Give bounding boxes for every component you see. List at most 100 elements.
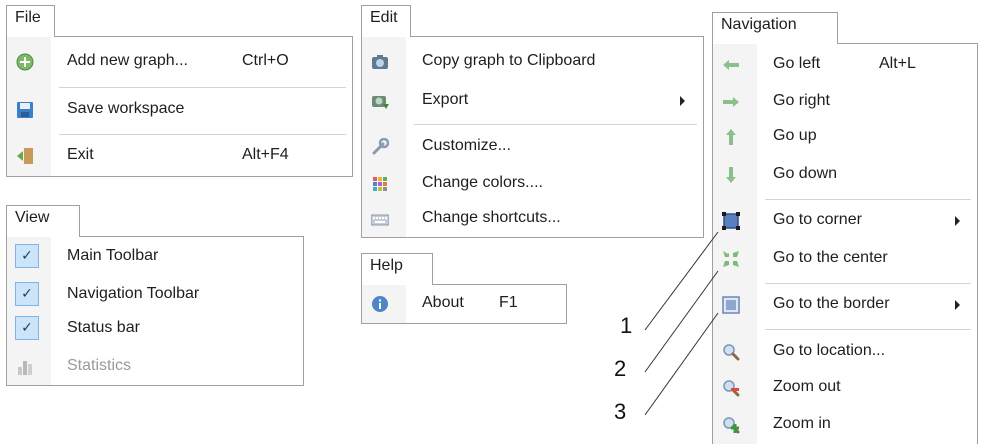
arrow-right-icon bbox=[722, 93, 740, 111]
menu-item-label: Go right bbox=[773, 92, 830, 109]
menu-item-label: Zoom out bbox=[773, 378, 841, 395]
menu-separator bbox=[59, 134, 346, 135]
menu-item-main-toolbar[interactable]: ✓ Main Toolbar bbox=[7, 240, 303, 274]
menu-item-shortcut: Alt+F4 bbox=[242, 146, 289, 163]
export-camera-icon bbox=[371, 92, 389, 110]
callout-leader-line-2 bbox=[644, 270, 719, 373]
file-menu-title[interactable]: File bbox=[6, 5, 55, 37]
menu-item-label: Save workspace bbox=[67, 100, 185, 117]
menu-item-zoom-out[interactable]: Zoom out bbox=[713, 371, 977, 405]
menu-item-customize[interactable]: Customize... bbox=[362, 130, 703, 164]
menu-item-go-to-corner[interactable]: Go to corner bbox=[713, 204, 977, 238]
help-menu: About F1 bbox=[361, 284, 567, 324]
exit-door-icon bbox=[16, 147, 34, 165]
menu-item-label: Copy graph to Clipboard bbox=[422, 52, 596, 69]
menu-item-label: Go down bbox=[773, 165, 838, 182]
magnifier-icon bbox=[722, 343, 740, 361]
callout-leader-line-3 bbox=[644, 312, 719, 416]
center-arrows-icon bbox=[722, 250, 740, 268]
menu-item-change-colors[interactable]: Change colors.... bbox=[362, 167, 703, 201]
submenu-arrow-icon bbox=[680, 96, 685, 106]
menu-item-shortcut: Alt+L bbox=[879, 55, 916, 72]
navigation-menu-title[interactable]: Navigation bbox=[712, 12, 838, 44]
menu-item-label: Change colors.... bbox=[422, 174, 543, 191]
menu-item-status-bar[interactable]: ✓ Status bar bbox=[7, 312, 303, 346]
help-menu-title-label: Help bbox=[370, 257, 403, 274]
menu-item-go-left[interactable]: Go left Alt+L bbox=[713, 48, 977, 82]
menu-separator bbox=[765, 283, 971, 284]
add-icon bbox=[16, 53, 34, 71]
border-square-icon bbox=[722, 296, 740, 314]
navigation-menu: Go left Alt+L Go right Go up Go down Go … bbox=[712, 43, 978, 444]
menu-item-label: Zoom in bbox=[773, 415, 831, 432]
checkmark-icon: ✓ bbox=[15, 244, 39, 268]
menu-item-go-to-location[interactable]: Go to location... bbox=[713, 335, 977, 369]
floppy-disk-icon bbox=[16, 101, 34, 119]
menu-separator bbox=[59, 87, 346, 88]
edit-menu-title[interactable]: Edit bbox=[361, 5, 411, 37]
menu-item-label: Main Toolbar bbox=[67, 247, 159, 264]
menu-item-label: Go to the center bbox=[773, 249, 888, 266]
arrow-left-icon bbox=[722, 56, 740, 74]
checkmark-icon: ✓ bbox=[15, 316, 39, 340]
menu-item-label: Change shortcuts... bbox=[422, 209, 561, 226]
menu-separator bbox=[765, 329, 971, 330]
menu-item-label: Export bbox=[422, 91, 469, 108]
menu-separator bbox=[414, 124, 697, 125]
menu-item-statistics[interactable]: Statistics bbox=[7, 350, 303, 384]
menu-item-label: Add new graph... bbox=[67, 52, 188, 69]
view-menu-title[interactable]: View bbox=[6, 205, 80, 237]
file-menu: Add new graph... Ctrl+O Save workspace E… bbox=[6, 36, 353, 177]
menu-item-about[interactable]: About F1 bbox=[362, 287, 566, 321]
menu-item-shortcut: F1 bbox=[499, 294, 518, 311]
callout-leader-line-1 bbox=[644, 231, 719, 331]
menu-item-zoom-in[interactable]: Zoom in bbox=[713, 408, 977, 442]
menu-item-change-shortcuts[interactable]: Change shortcuts... bbox=[362, 202, 703, 236]
menu-item-label: Go up bbox=[773, 127, 817, 144]
menu-item-go-down[interactable]: Go down bbox=[713, 158, 977, 192]
help-menu-title[interactable]: Help bbox=[361, 253, 433, 285]
menu-item-save-workspace[interactable]: Save workspace bbox=[7, 93, 352, 127]
menu-item-add-new-graph[interactable]: Add new graph... Ctrl+O bbox=[7, 45, 352, 79]
menu-item-label: Go to location... bbox=[773, 342, 886, 359]
navigation-menu-title-label: Navigation bbox=[721, 16, 797, 33]
bar-chart-icon bbox=[16, 358, 34, 376]
edit-menu-title-label: Edit bbox=[370, 9, 398, 26]
info-icon bbox=[371, 295, 389, 313]
view-menu: ✓ Main Toolbar ✓ Navigation Toolbar ✓ St… bbox=[6, 236, 304, 386]
callout-label-1: 1 bbox=[620, 313, 633, 338]
view-menu-title-label: View bbox=[15, 209, 50, 226]
callout-label-2: 2 bbox=[614, 356, 627, 381]
color-palette-icon bbox=[371, 175, 389, 193]
menu-item-export[interactable]: Export bbox=[362, 84, 703, 118]
file-menu-title-label: File bbox=[15, 9, 41, 26]
menu-item-label: Navigation Toolbar bbox=[67, 285, 200, 302]
menu-item-go-to-the-border[interactable]: Go to the border bbox=[713, 288, 977, 322]
menu-item-label: Exit bbox=[67, 146, 94, 163]
menu-item-label: Customize... bbox=[422, 137, 511, 154]
menu-item-exit[interactable]: Exit Alt+F4 bbox=[7, 139, 352, 173]
checkmark-icon: ✓ bbox=[15, 282, 39, 306]
keyboard-icon bbox=[370, 210, 390, 228]
menu-item-go-right[interactable]: Go right bbox=[713, 85, 977, 119]
submenu-arrow-icon bbox=[955, 216, 960, 226]
menu-item-navigation-toolbar[interactable]: ✓ Navigation Toolbar bbox=[7, 278, 303, 312]
camera-icon bbox=[371, 53, 389, 71]
menu-item-go-to-the-center[interactable]: Go to the center bbox=[713, 242, 977, 276]
wrench-icon bbox=[371, 137, 390, 156]
menu-item-label: About bbox=[422, 294, 464, 311]
menu-item-label: Statistics bbox=[67, 357, 132, 374]
zoom-out-icon bbox=[722, 379, 740, 397]
menu-item-label: Go to corner bbox=[773, 211, 862, 228]
callout-label-3: 3 bbox=[614, 399, 627, 424]
menu-item-label: Status bar bbox=[67, 319, 140, 336]
menu-item-label: Go left bbox=[773, 55, 821, 72]
zoom-in-icon bbox=[722, 416, 740, 434]
menu-item-go-up[interactable]: Go up bbox=[713, 120, 977, 154]
menu-item-shortcut: Ctrl+O bbox=[242, 52, 289, 69]
menu-item-copy-graph[interactable]: Copy graph to Clipboard bbox=[362, 45, 703, 79]
corner-square-icon bbox=[722, 212, 740, 230]
menu-item-label: Go to the border bbox=[773, 295, 890, 312]
arrow-down-icon bbox=[722, 166, 740, 184]
arrow-up-icon bbox=[722, 128, 740, 146]
